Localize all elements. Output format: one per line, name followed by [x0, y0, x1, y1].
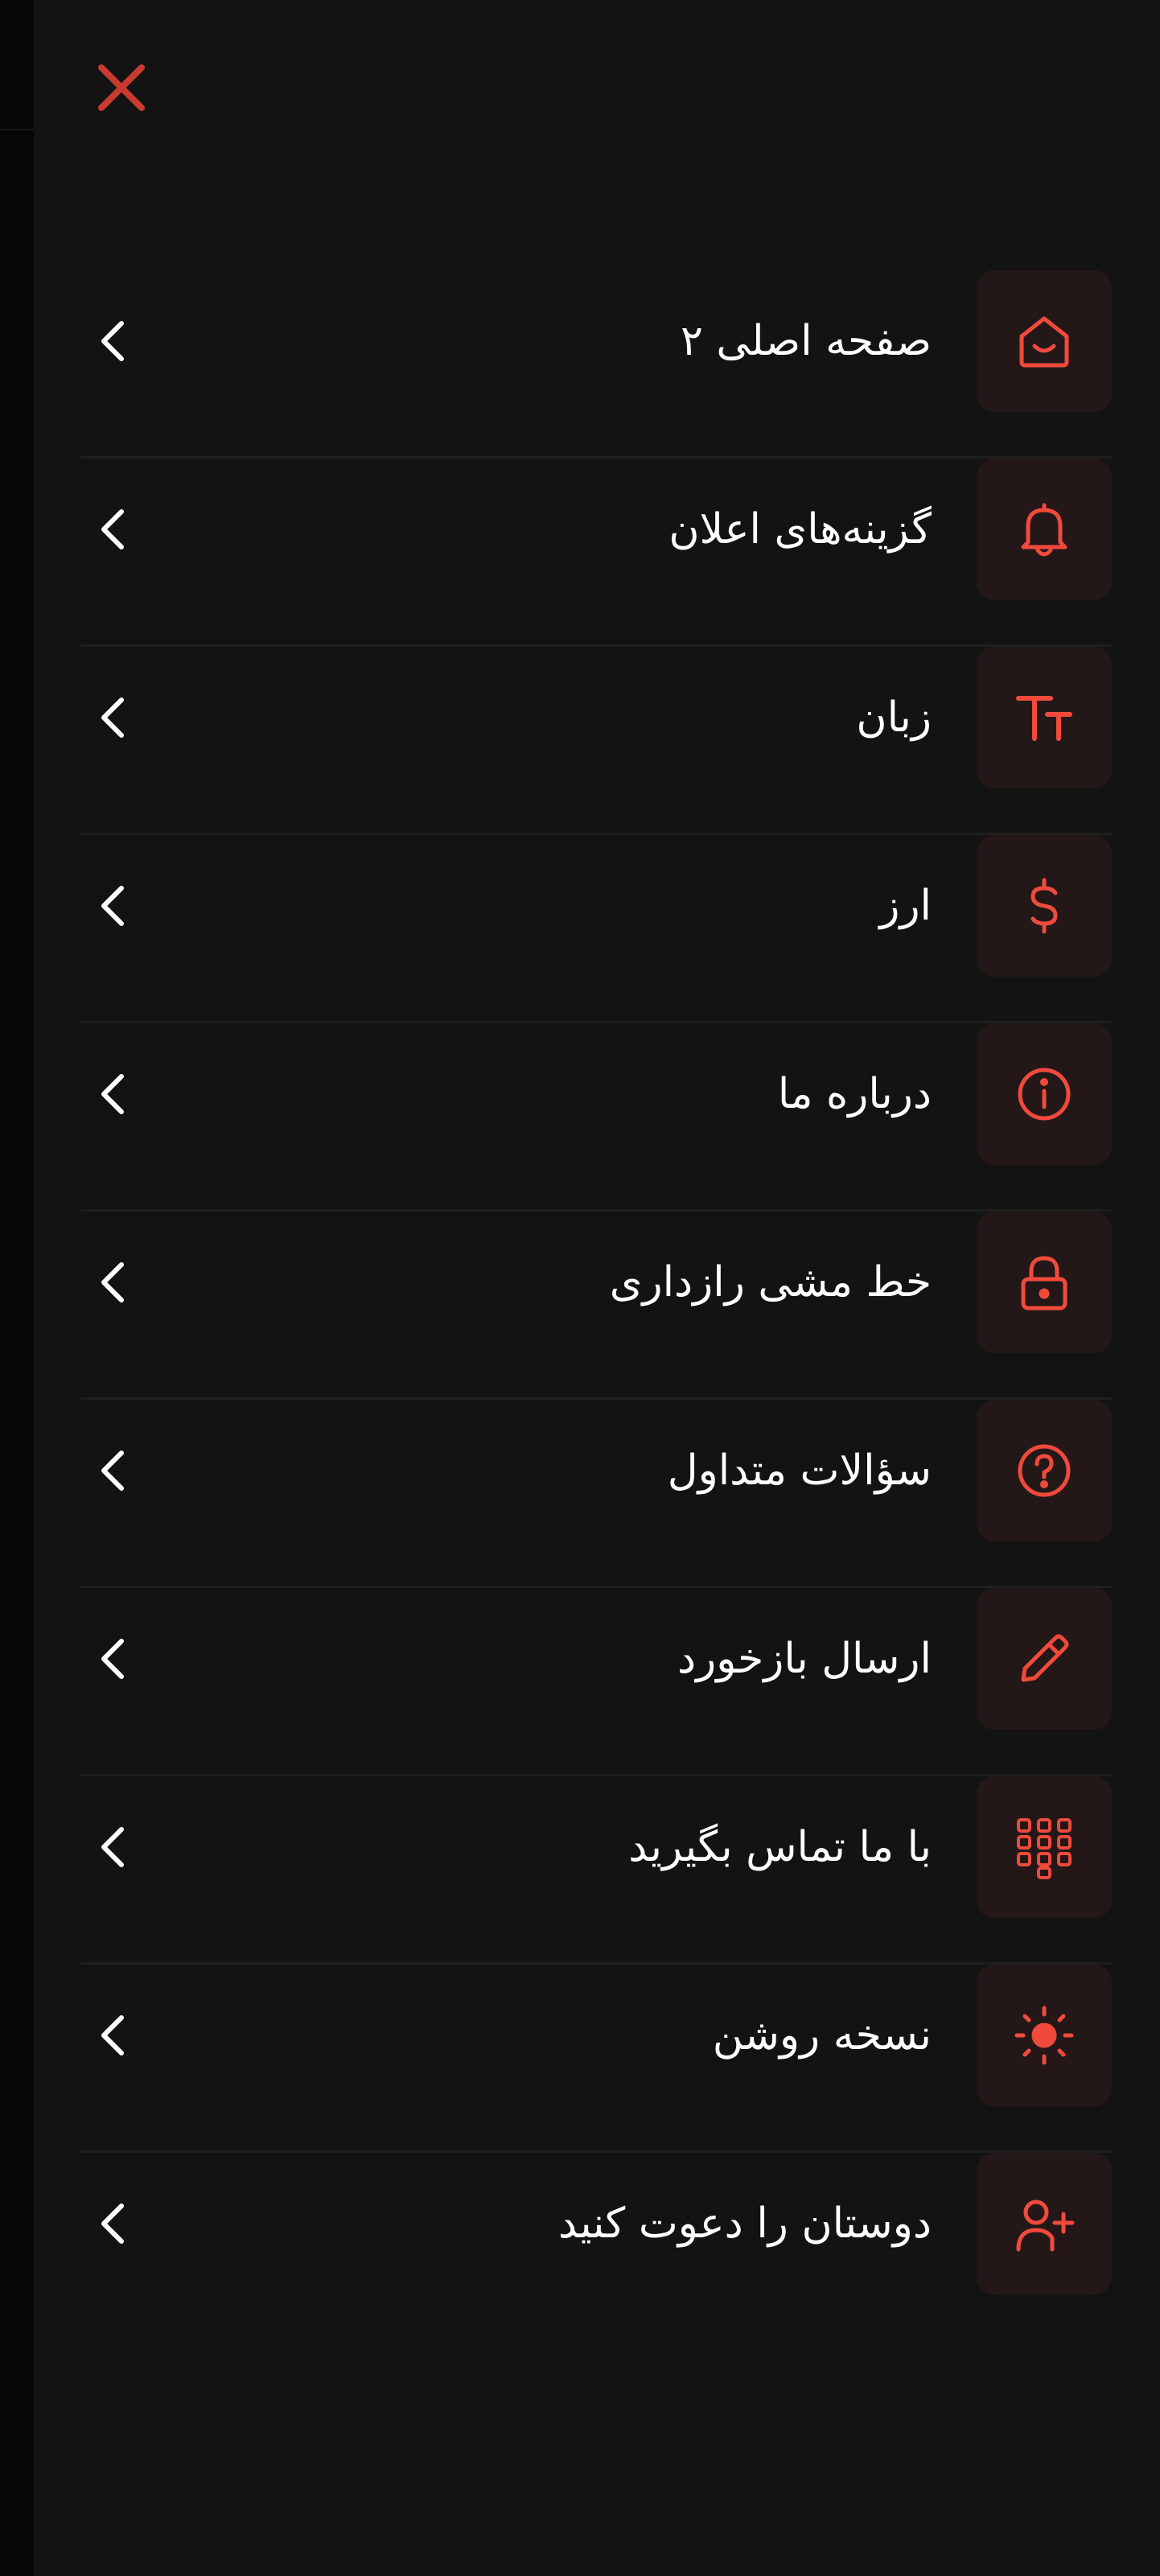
chevron-left-icon: [80, 481, 145, 578]
menu-item-home[interactable]: صفحه اصلی ۲: [80, 270, 1112, 459]
bell-icon: [1021, 503, 1067, 557]
icon-container: [977, 1023, 1112, 1165]
menu-item-about[interactable]: درباره ما: [80, 1023, 1112, 1212]
question-icon: [1018, 1444, 1071, 1497]
menu-item-label: صفحه اصلی ۲: [680, 317, 932, 365]
chevron-left-icon: [80, 1611, 145, 1707]
icon-container: [977, 1400, 1112, 1541]
menu-item-contact[interactable]: با ما تماس بگیرید: [80, 1776, 1112, 1965]
close-icon: [98, 64, 145, 111]
close-button[interactable]: [77, 43, 166, 132]
menu-item-invite-friends[interactable]: دوستان را دعوت کنید: [80, 2153, 1112, 2341]
chevron-left-icon: [80, 1234, 145, 1331]
icon-container: [977, 1776, 1112, 1918]
menu-item-label: زبان: [856, 693, 932, 742]
menu-item-label: گزینه‌های اعلان: [668, 505, 932, 553]
chevron-left-icon: [80, 669, 145, 766]
lock-icon: [1021, 1256, 1067, 1311]
menu-item-label: سؤالات متداول: [667, 1446, 932, 1495]
chevron-left-icon: [80, 2175, 145, 2272]
backdrop-divider: [0, 129, 34, 130]
menu-item-label: نسخه روشن: [712, 2011, 932, 2060]
menu-item-label: خط مشی رازداری: [609, 1258, 932, 1307]
chevron-left-icon: [80, 293, 145, 389]
icon-container: [977, 270, 1112, 412]
chevron-left-icon: [80, 858, 145, 954]
menu-item-label: درباره ما: [777, 1070, 932, 1118]
menu-item-faq[interactable]: سؤالات متداول: [80, 1400, 1112, 1588]
chevron-left-icon: [80, 1046, 145, 1142]
user-plus-icon: [1016, 2199, 1075, 2252]
icon-container: [977, 1588, 1112, 1730]
side-drawer: صفحه اصلی ۲ گزینه‌های اعلان: [34, 0, 1160, 2576]
menu-item-light-mode[interactable]: نسخه روشن: [80, 1965, 1112, 2153]
icon-container: [977, 1965, 1112, 2106]
text-size-icon: [1016, 696, 1072, 741]
icon-container: [977, 459, 1112, 600]
menu-item-label: با ما تماس بگیرید: [628, 1823, 932, 1871]
icon-container: [977, 835, 1112, 977]
menu-item-label: دوستان را دعوت کنید: [557, 2199, 932, 2248]
chevron-left-icon: [80, 1422, 145, 1519]
menu-item-feedback[interactable]: ارسال بازخورد: [80, 1588, 1112, 1776]
menu-item-label: ارسال بازخورد: [677, 1635, 932, 1683]
home-icon: [1019, 316, 1069, 368]
info-icon: [1018, 1068, 1071, 1121]
chevron-left-icon: [80, 1987, 145, 2084]
settings-menu: صفحه اصلی ۲ گزینه‌های اعلان: [80, 270, 1112, 2341]
menu-item-privacy[interactable]: خط مشی رازداری: [80, 1212, 1112, 1400]
menu-item-label: ارز: [879, 882, 932, 930]
menu-item-currency[interactable]: ارز: [80, 835, 1112, 1023]
dialpad-icon: [1017, 1818, 1072, 1879]
menu-item-language[interactable]: زبان: [80, 647, 1112, 835]
chevron-left-icon: [80, 1799, 145, 1895]
pencil-icon: [1021, 1634, 1069, 1682]
page-backdrop[interactable]: [0, 0, 34, 2576]
icon-container: [977, 647, 1112, 788]
dollar-icon: [1030, 878, 1058, 934]
icon-container: [977, 1212, 1112, 1353]
menu-item-notifications[interactable]: گزینه‌های اعلان: [80, 459, 1112, 647]
icon-container: [977, 2153, 1112, 2294]
sun-icon: [1014, 2006, 1074, 2065]
